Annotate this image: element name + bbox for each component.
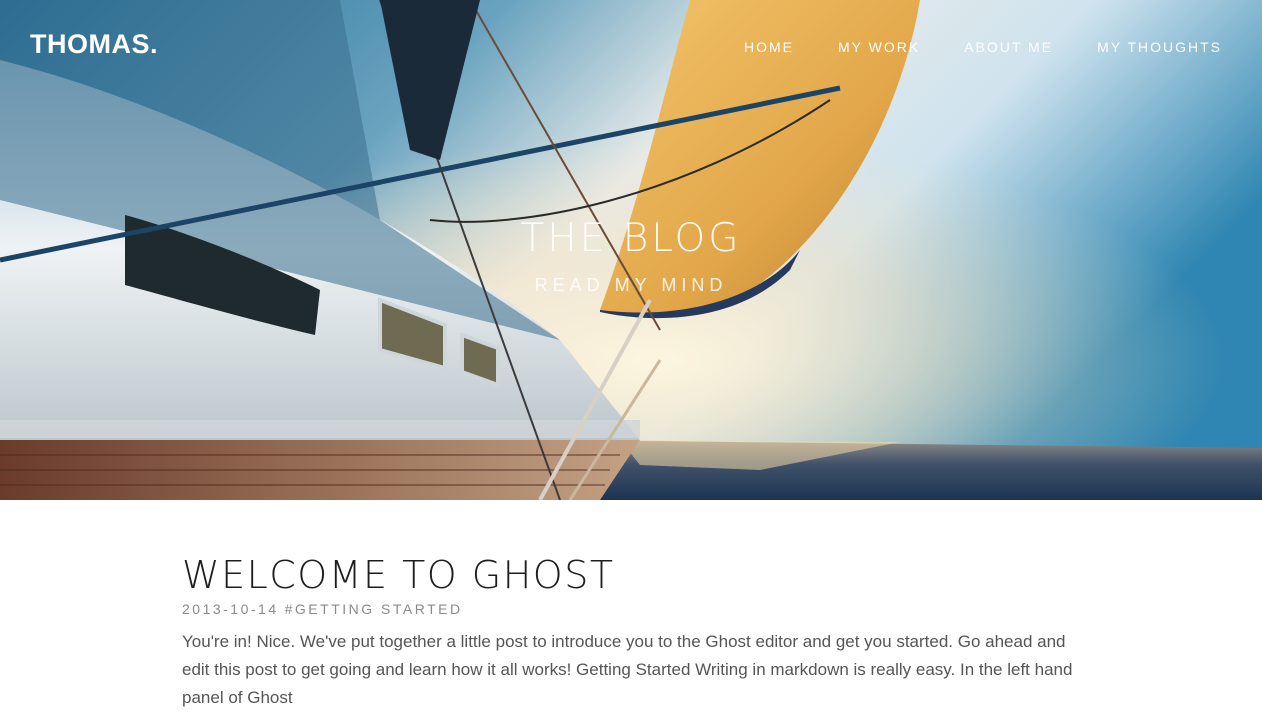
nav-about-me[interactable]: ABOUT ME — [964, 39, 1053, 55]
nav-home[interactable]: HOME — [744, 39, 794, 55]
nav-my-thoughts[interactable]: MY THOUGHTS — [1097, 39, 1222, 55]
blog-title: THE BLOG — [520, 216, 742, 261]
site-logo[interactable]: THOMAS. — [30, 29, 158, 60]
blog-subtitle: READ MY MIND — [534, 275, 728, 295]
nav-my-work[interactable]: MY WORK — [838, 39, 920, 55]
post-preview: WELCOME TO GHOST 2013-10-14 #GETTING STAR… — [182, 553, 1082, 712]
main-navigation: HOME MY WORK ABOUT ME MY THOUGHTS — [700, 39, 1222, 55]
post-title[interactable]: WELCOME TO GHOST — [182, 553, 1082, 597]
post-excerpt: You're in! Nice. We've put together a li… — [182, 632, 1073, 707]
post-tag[interactable]: #GETTING STARTED — [285, 601, 463, 617]
post-date: 2013-10-14 — [182, 601, 279, 617]
post-meta: 2013-10-14 #GETTING STARTED — [182, 601, 1082, 617]
hero-banner: THOMAS. HOME MY WORK ABOUT ME MY THOUGHT… — [0, 0, 1262, 500]
